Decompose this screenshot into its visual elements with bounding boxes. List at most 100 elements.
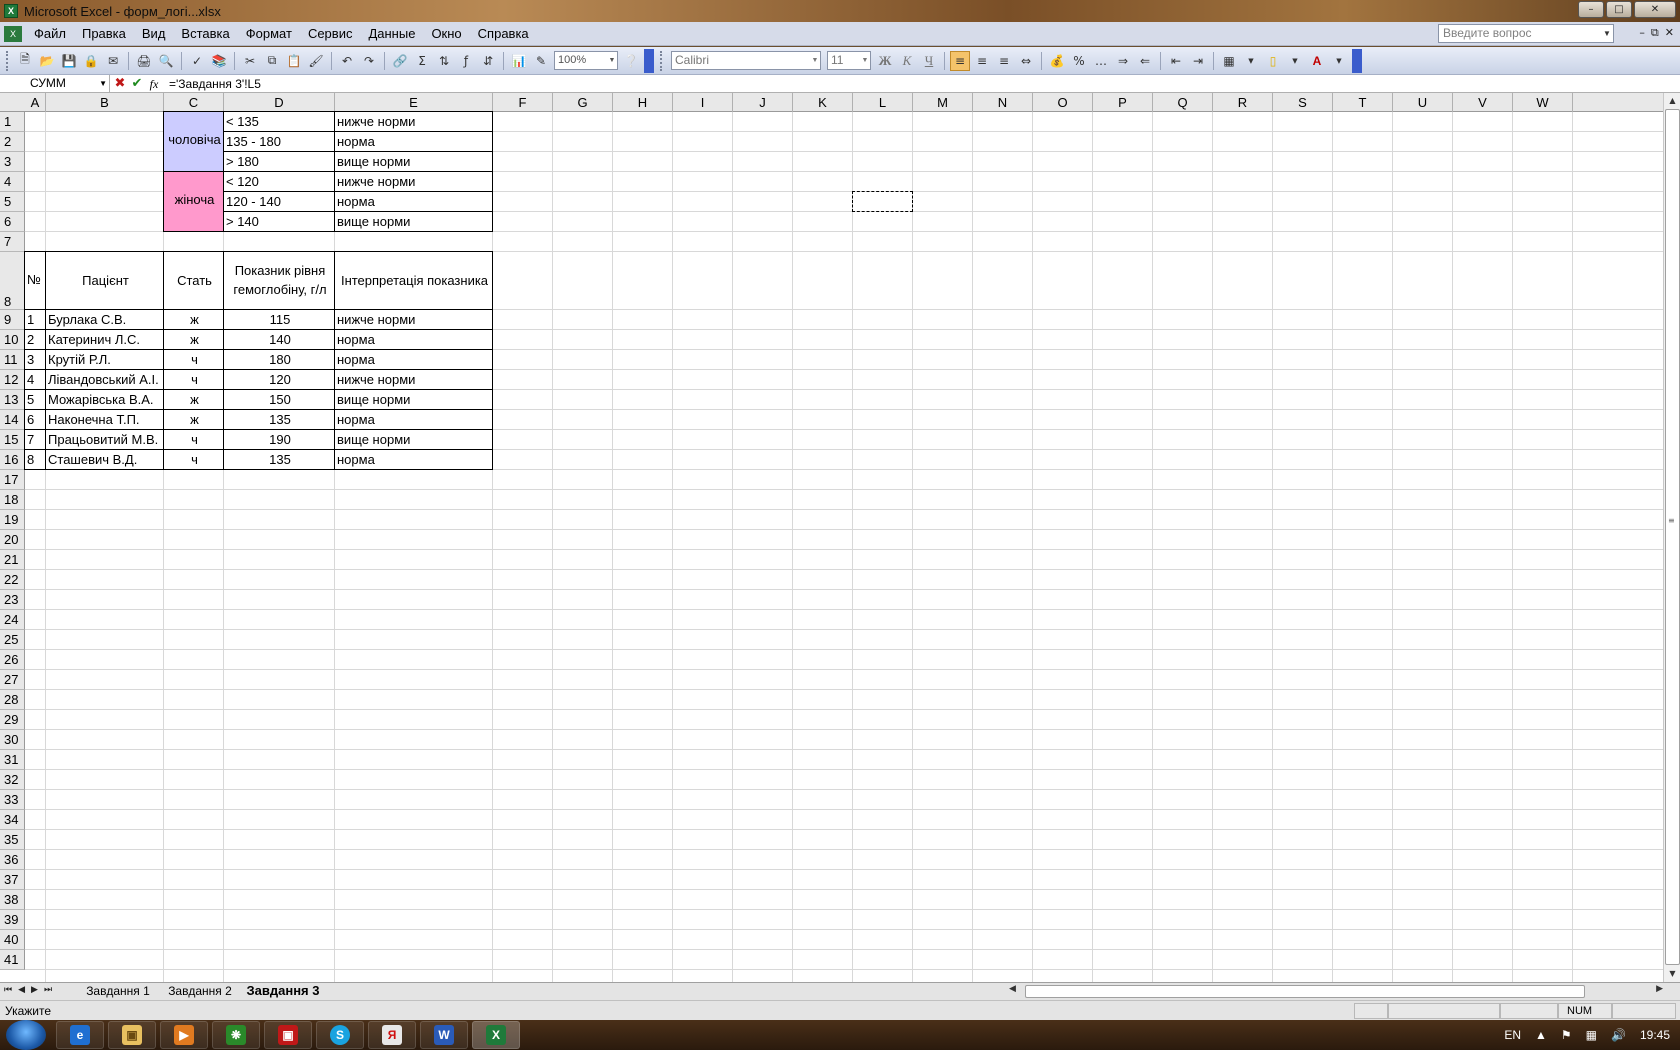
column-header[interactable]: E (335, 93, 493, 112)
chevron-down-icon[interactable]: ▼ (1329, 51, 1349, 71)
column-header[interactable]: G (553, 93, 613, 112)
taskbar-media[interactable]: ▶ (160, 1021, 208, 1049)
cancel-icon[interactable]: ✖ (113, 76, 127, 92)
row-header[interactable]: 39 (0, 910, 25, 930)
patient-num-cell[interactable]: 4 (24, 369, 46, 390)
spelling-icon[interactable]: ✓ (187, 51, 207, 71)
chevron-down-icon[interactable]: ▼ (1285, 51, 1305, 71)
row-header[interactable]: 11 (0, 350, 25, 370)
row-header[interactable]: 12 (0, 370, 25, 390)
insert-function-icon[interactable]: fx (147, 76, 161, 92)
patient-value-cell[interactable]: 115 (223, 309, 335, 330)
scroll-left-icon[interactable]: ◀ (1009, 984, 1016, 994)
print-preview-icon[interactable]: 🔍 (156, 51, 176, 71)
font-color-icon[interactable]: A (1307, 51, 1327, 71)
row-header[interactable]: 16 (0, 450, 25, 470)
header-sex[interactable]: Стать (163, 251, 224, 310)
help-icon[interactable]: ❔ (621, 51, 641, 71)
row-header[interactable]: 14 (0, 410, 25, 430)
patient-name-cell[interactable]: Крутій Р.Л. (45, 349, 164, 370)
print-icon[interactable]: 🖨 (134, 51, 154, 71)
row-header[interactable]: 37 (0, 870, 25, 890)
autosum-icon[interactable]: Σ (412, 51, 432, 71)
currency-icon[interactable]: 💰 (1047, 51, 1067, 71)
column-header[interactable]: I (673, 93, 733, 112)
row-header[interactable]: 38 (0, 890, 25, 910)
patient-name-cell[interactable]: Можарівська В.А. (45, 389, 164, 410)
patient-interp-cell[interactable]: нижче норми (334, 309, 493, 330)
menu-file[interactable]: Файл (26, 23, 74, 45)
tray-arrow-icon[interactable]: ▲ (1535, 1028, 1547, 1042)
sheet-tab-1[interactable]: Завдання 1 (78, 983, 158, 1000)
patient-num-cell[interactable]: 8 (24, 449, 46, 470)
patient-num-cell[interactable]: 6 (24, 409, 46, 430)
patient-sex-cell[interactable]: ж (163, 389, 224, 410)
column-header[interactable]: S (1273, 93, 1333, 112)
row-header[interactable]: 4 (0, 172, 25, 192)
last-sheet-icon[interactable]: ⏭ (44, 985, 52, 995)
row-header[interactable]: 13 (0, 390, 25, 410)
menu-format[interactable]: Формат (238, 23, 300, 45)
row-header[interactable]: 33 (0, 790, 25, 810)
vertical-scroll-thumb[interactable] (1665, 109, 1680, 965)
row-header[interactable]: 31 (0, 750, 25, 770)
toolbar-grip[interactable] (6, 50, 10, 71)
taskbar-yandex[interactable]: Я (368, 1021, 416, 1049)
row-header[interactable]: 17 (0, 470, 25, 490)
volume-icon[interactable]: 🔊 (1611, 1028, 1626, 1042)
horizontal-scroll-thumb[interactable] (1025, 985, 1585, 998)
doc-minimize-button[interactable]: – (1639, 26, 1645, 40)
action-center-icon[interactable]: ⚑ (1561, 1028, 1572, 1042)
range-cell[interactable]: > 180 (223, 151, 335, 172)
excel-app-icon[interactable]: X (4, 4, 18, 18)
row-header[interactable]: 20 (0, 530, 25, 550)
font-name-select[interactable]: Calibri ▼ (671, 51, 821, 70)
row-header[interactable]: 19 (0, 510, 25, 530)
column-header[interactable]: W (1513, 93, 1573, 112)
toolbar-grip[interactable] (660, 50, 664, 71)
merge-center-icon[interactable]: ⇔ (1016, 51, 1036, 71)
taskbar-skype[interactable]: S (316, 1021, 364, 1049)
row-header[interactable]: 28 (0, 690, 25, 710)
fill-color-icon[interactable]: ▯ (1263, 51, 1283, 71)
save-icon[interactable]: 💾 (59, 51, 79, 71)
column-header[interactable]: M (913, 93, 973, 112)
patient-interp-cell[interactable]: норма (334, 449, 493, 470)
clock[interactable]: 19:45 (1640, 1028, 1670, 1042)
worksheet-grid[interactable]: ABCDEFGHIJKLMNOPQRSTUVW 1 2 3 4 5 6 7 8 9 10 11 12 1… (0, 93, 1663, 982)
column-header[interactable]: J (733, 93, 793, 112)
row-header[interactable]: 23 (0, 590, 25, 610)
taskbar-app[interactable]: ❋ (212, 1021, 260, 1049)
row-header[interactable]: 3 (0, 152, 25, 172)
research-icon[interactable]: 📚 (209, 51, 229, 71)
row-header[interactable]: 40 (0, 930, 25, 950)
row-header[interactable]: 41 (0, 950, 25, 970)
enter-icon[interactable]: ✔ (130, 76, 144, 92)
chevron-down-icon[interactable]: ▼ (607, 52, 617, 69)
row-header[interactable]: 34 (0, 810, 25, 830)
align-right-icon[interactable]: ≡ (994, 51, 1014, 71)
patient-num-cell[interactable]: 2 (24, 329, 46, 350)
sheet-tab-2[interactable]: Завдання 2 (160, 983, 240, 1000)
email-icon[interactable]: ✉ (103, 51, 123, 71)
patient-value-cell[interactable]: 150 (223, 389, 335, 410)
row-header[interactable]: 36 (0, 850, 25, 870)
drawing-icon[interactable]: ✎ (531, 51, 551, 71)
menu-data[interactable]: Данные (360, 23, 423, 45)
open-folder-icon[interactable]: 📂 (37, 51, 57, 71)
patient-interp-cell[interactable]: норма (334, 329, 493, 350)
column-header[interactable]: U (1393, 93, 1453, 112)
sex-female-cell[interactable]: жіноча (163, 171, 224, 232)
patient-sex-cell[interactable]: ч (163, 369, 224, 390)
row-header[interactable]: 30 (0, 730, 25, 750)
patient-num-cell[interactable]: 1 (24, 309, 46, 330)
range-cell[interactable]: < 120 (223, 171, 335, 192)
patient-value-cell[interactable]: 120 (223, 369, 335, 390)
cut-icon[interactable]: ✂ (240, 51, 260, 71)
row-header[interactable]: 18 (0, 490, 25, 510)
menu-window[interactable]: Окно (423, 23, 469, 45)
header-value[interactable]: Показник рівня гемоглобіну, г/л (223, 251, 335, 310)
row-header[interactable]: 29 (0, 710, 25, 730)
row-header[interactable]: 1 (0, 112, 25, 132)
sort-descending-icon[interactable]: ⇵ (478, 51, 498, 71)
